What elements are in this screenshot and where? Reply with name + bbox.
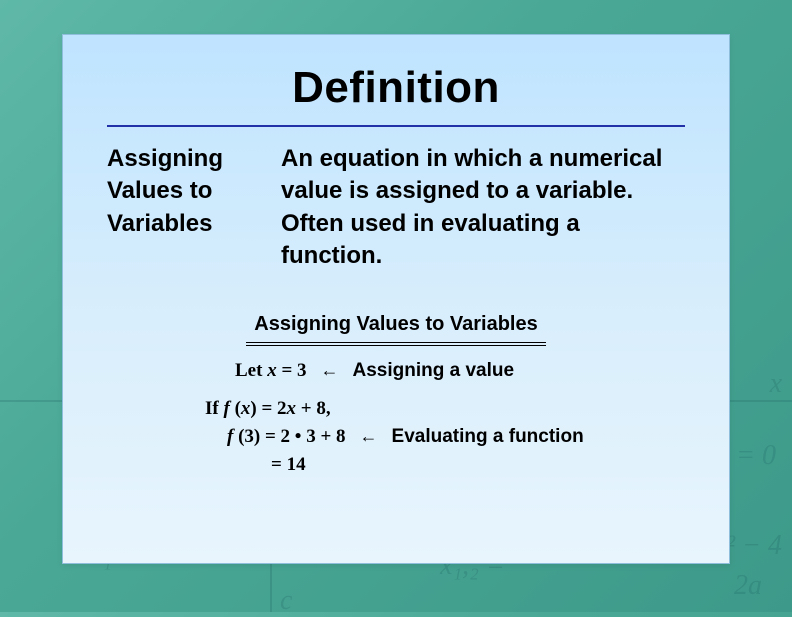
arrow-left-icon: ← (321, 360, 339, 381)
f3-label: Evaluating a function (392, 426, 584, 448)
bg-formula: 2a (734, 570, 762, 602)
let-prefix: Let (235, 360, 267, 381)
f3-text: f (3) = 2 • 3 + 8 (227, 426, 346, 448)
fx-rhs-var: x (287, 398, 297, 419)
card-title: Definition (107, 53, 685, 127)
arrow-left-icon: ← (360, 426, 378, 447)
result-line: = 14 (181, 454, 611, 476)
let-rest: = 3 (277, 360, 307, 381)
fx-f: f (223, 398, 234, 419)
fx-var: x (241, 398, 251, 419)
let-text: Let x = 3 (235, 360, 307, 382)
let-label: Assigning a value (353, 360, 515, 382)
definition-term: Assigning Values to Variables (107, 143, 257, 273)
result-text: = 14 (271, 454, 306, 476)
definition-card: Definition Assigning Values to Variables… (62, 34, 730, 564)
let-var: x (267, 360, 277, 381)
example-block: Assigning Values to Variables Let x = 3 … (181, 313, 611, 476)
if-line: If f (x) = 2x + 8, (181, 398, 611, 420)
f3-f: f (227, 426, 238, 447)
f3-rhs: = 2 • 3 + 8 (260, 426, 345, 447)
heading-underline (246, 342, 546, 346)
fx-rhs-b: + 8, (296, 398, 331, 419)
fx-rhs-a: = 2 (257, 398, 287, 419)
let-line: Let x = 3 ← Assigning a value (181, 360, 611, 382)
if-prefix: If (205, 398, 223, 419)
if-text: If f (x) = 2x + 8, (205, 398, 331, 420)
definition-meaning: An equation in which a numerical value i… (281, 143, 685, 273)
bg-formula: x (770, 368, 782, 400)
example-heading: Assigning Values to Variables (181, 313, 611, 339)
f3-arg: (3) (238, 426, 260, 447)
bg-formula: c (280, 585, 292, 617)
definition-row: Assigning Values to Variables An equatio… (107, 143, 685, 273)
f3-line: f (3) = 2 • 3 + 8 ← Evaluating a functio… (181, 426, 611, 448)
